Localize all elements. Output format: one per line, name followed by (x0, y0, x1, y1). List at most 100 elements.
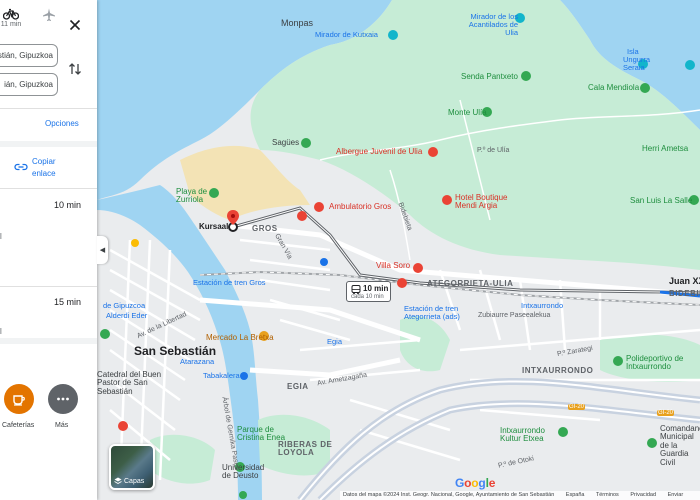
poi-villa-soro-2 (397, 278, 407, 288)
link-icon[interactable] (14, 160, 28, 174)
poi-polideportivo (613, 356, 623, 366)
label-riberas: RIBERAS DE LOYOLA (278, 440, 333, 458)
poi-tabakalera (240, 372, 248, 380)
label-estacion-gros: Estación de tren Gros (193, 278, 266, 287)
route-1-detail-marker: l (0, 232, 2, 241)
poi-cala (640, 83, 650, 93)
street-paseo-ulia: P.º de Ulía (477, 147, 510, 154)
label-egia-stop: Egia (327, 337, 343, 346)
layers-label: Capas (124, 477, 145, 485)
label-catedral: Catedral del Buen Pastor de San Sebastiá… (97, 370, 162, 396)
label-alderdi: Alderdi Eder (106, 311, 148, 320)
travel-modes: 11 min (0, 8, 97, 38)
poi-zurriola (209, 188, 219, 198)
destination-text: ián, Gipuzkoa (4, 80, 53, 89)
map-footer: Datos del mapa ©2024 Inst. Geogr. Nacion… (340, 491, 700, 500)
poi-ambulatorio (314, 202, 324, 212)
label-ungurra: Ungurra Seraia (623, 55, 651, 72)
options-link[interactable]: Opciones (45, 119, 79, 128)
callout-frequency: cada 10 min (351, 294, 384, 300)
label-egia: EGIA (287, 382, 309, 391)
label-mercado: Mercado La Bretxa (206, 333, 274, 342)
label-universidad: Universidad de Deusto (222, 463, 265, 481)
footer-privacy-link[interactable]: Privacidad (630, 492, 656, 498)
label-tabakalera: Tabakalera (203, 371, 240, 380)
label-intxaurrondo-stop: Intxaurrondo (521, 301, 564, 310)
label-herri-ametsa: Herri Ametsa (642, 144, 689, 153)
google-logo: Google (455, 476, 496, 490)
poi-villa-soro (413, 263, 423, 273)
poi-ungurra (685, 60, 695, 70)
route-1-time[interactable]: 10 min (54, 200, 81, 210)
label-zubiaurre: Zubiaurre Paseealekua (478, 312, 551, 319)
mode-flight[interactable] (38, 8, 60, 22)
label-kursaal: Kursaal (199, 222, 229, 231)
poi-senda (521, 71, 531, 81)
mode-bicycle[interactable]: 11 min (0, 8, 22, 28)
label-cala: Cala Mendiola (588, 83, 640, 92)
poi-blue (320, 258, 328, 266)
more-label: Más (55, 422, 69, 429)
label-guipuzcoa: de Gipuzcoa (103, 301, 146, 310)
highway-shield-1: GI-20 (568, 404, 586, 411)
label-intxaurrondo: INTXAURRONDO (522, 366, 594, 375)
poi-red-south (118, 421, 128, 431)
label-villa-soro: Villa Soro (376, 261, 411, 270)
label-playa: Playa de Zurriola (176, 187, 208, 205)
label-monte-ulia: Monte Ulía (448, 108, 487, 117)
label-ambulatorio: Ambulatorio Gros (329, 202, 392, 211)
origin-field[interactable]: astián, Gipuzkoa (0, 44, 58, 67)
footer-terms-link[interactable]: Términos (596, 492, 619, 498)
layers-icon (114, 477, 122, 485)
label-san-luis: San Luis La Salle (630, 196, 693, 205)
label-polideportivo: Polideportivo de Intxaurrondo (626, 354, 684, 372)
swap-icon[interactable] (68, 62, 82, 76)
label-senda: Senda Pantxeto (461, 72, 518, 81)
destination-field[interactable]: ián, Gipuzkoa (0, 73, 58, 96)
label-albergue: Albergue Juvenil de Ulia (336, 147, 423, 156)
label-estacion-ategorrieta: Estación de tren Ategorrieta (ads) (404, 304, 460, 321)
poi-comandancia (647, 438, 657, 448)
label-sagues: Sagües (272, 138, 300, 147)
bicycle-icon (3, 8, 19, 20)
more-button[interactable] (48, 384, 78, 414)
label-atarazana: Atarazana (180, 357, 215, 366)
coffee-icon (13, 395, 25, 406)
poi-south (239, 491, 247, 499)
route-2-time[interactable]: 15 min (54, 297, 81, 307)
label-gros: GROS (252, 224, 278, 233)
label-comandancia: Comandancia Municipal de la Guardia Civi… (660, 424, 700, 467)
footer-feedback-link[interactable]: Enviar (668, 492, 684, 498)
chevron-left-icon: ◀ (99, 247, 106, 254)
label-monpas: Monpas (281, 18, 314, 28)
more-icon (57, 397, 69, 401)
copy-link-button[interactable]: Copiar enlace (32, 156, 72, 180)
label-kultur-etxea: Intxaurrondo Kultur Etxea (500, 426, 545, 444)
poi-heart (297, 211, 307, 221)
cafeterias-button[interactable] (4, 384, 34, 414)
poi-kultur (558, 427, 568, 437)
callout-time: 10 min (363, 284, 389, 293)
poi-sagues (301, 138, 311, 148)
poi-albergue (428, 147, 438, 157)
footer-country[interactable]: España (566, 492, 585, 498)
airplane-icon (43, 8, 55, 21)
transit-callout[interactable]: 10 min cada 10 min (346, 281, 391, 302)
cafeterias-label: Cafeterías (2, 422, 35, 429)
route-2-detail-marker: l (0, 327, 2, 336)
label-ategorrieta: ATEGORRIETA-ULIA (427, 279, 514, 288)
label-juan-xx: Juan XX (669, 276, 700, 286)
directions-panel: 11 min astián, Gipuzkoa ián, Gipuzkoa Op… (0, 0, 97, 500)
poi-alderdi (100, 329, 110, 339)
label-bidebieta: BIDEBIET (669, 289, 700, 298)
poi-star (131, 239, 139, 247)
origin-text: astián, Gipuzkoa (0, 51, 53, 60)
close-icon[interactable] (68, 18, 82, 32)
collapse-panel-button[interactable]: ◀ (97, 236, 108, 264)
highway-shield-2: GI-20 (657, 410, 675, 417)
label-san-sebastian: San Sebastián (134, 344, 217, 358)
layers-button[interactable]: Capas (109, 444, 155, 490)
label-mirador-kutxa: Mirador de Kutxaia (315, 30, 378, 39)
poi-hotel (442, 195, 452, 205)
mode-bicycle-time: 11 min (0, 21, 22, 28)
